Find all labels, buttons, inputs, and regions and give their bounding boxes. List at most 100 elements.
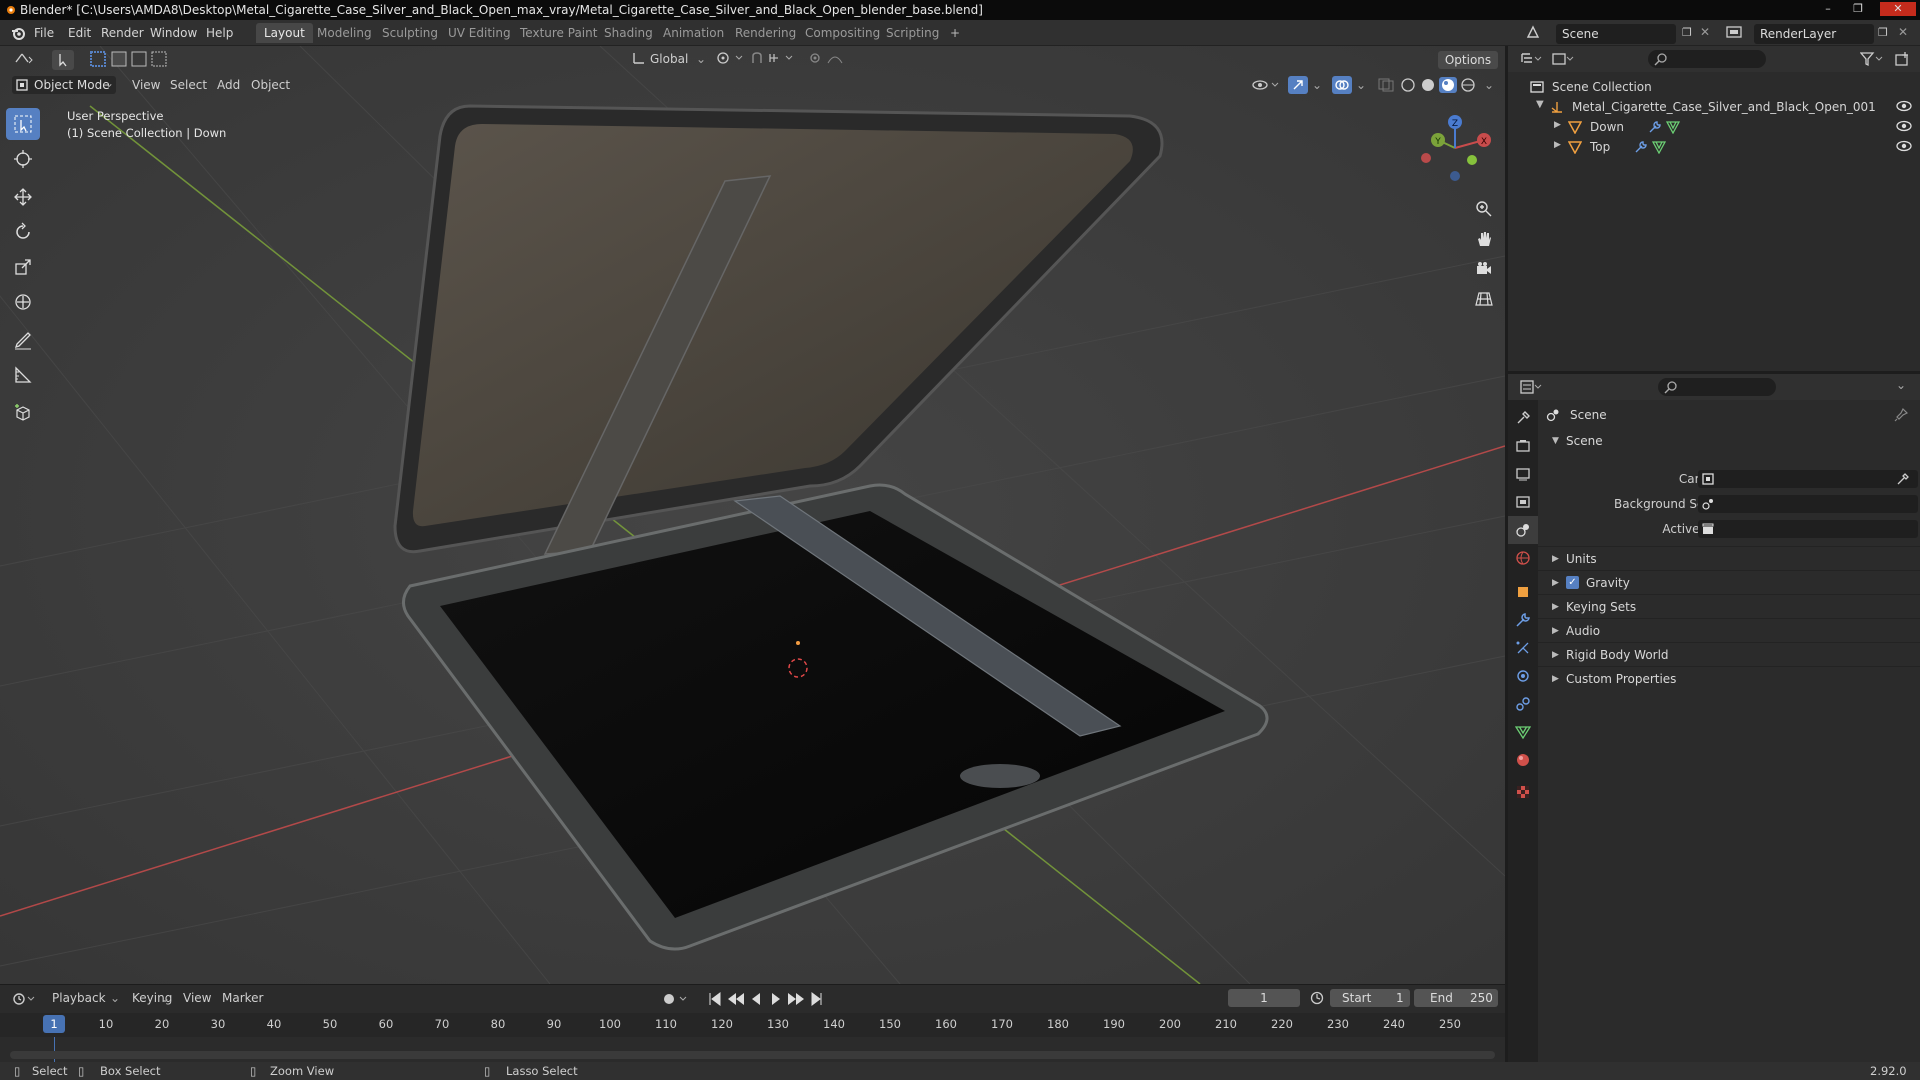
eyedropper-icon[interactable]: [1896, 472, 1910, 486]
pivot-point-icon[interactable]: [716, 51, 746, 65]
scene-section-header[interactable]: Scene: [1566, 434, 1603, 448]
current-frame-field[interactable]: 1: [1228, 989, 1300, 1007]
eye-visibility-icon[interactable]: [1896, 120, 1912, 132]
timeline-editor-type-icon[interactable]: [12, 992, 36, 1006]
transform-orientation-dropdown[interactable]: Global: [650, 52, 688, 66]
panel-gravity[interactable]: ▶ ✓ Gravity: [1538, 570, 1920, 594]
pan-view-hand-icon[interactable]: [1470, 224, 1498, 254]
collapse-triangle-icon[interactable]: ▼: [1536, 99, 1544, 110]
chevron-down-icon[interactable]: ⌄: [110, 991, 120, 1005]
panel-keying-sets[interactable]: ▶ Keying Sets: [1538, 594, 1920, 618]
timeline-scrollbar[interactable]: [10, 1051, 1495, 1059]
display-mode-icon[interactable]: [1552, 52, 1574, 66]
tab-material-icon[interactable]: [1508, 746, 1538, 774]
tab-sculpting[interactable]: Sculpting: [374, 23, 446, 43]
select-box-tool[interactable]: [6, 108, 40, 140]
end-frame-field[interactable]: End 250: [1414, 989, 1498, 1007]
background-scene-field[interactable]: [1698, 495, 1918, 513]
tab-layout[interactable]: Layout: [256, 23, 313, 43]
tab-shading[interactable]: Shading: [596, 23, 661, 43]
tab-texture-paint[interactable]: Texture Paint: [512, 23, 605, 43]
properties-editor-type-icon[interactable]: [1520, 380, 1542, 394]
outliner-row-scene-collection[interactable]: Scene Collection: [1508, 77, 1920, 97]
new-collection-icon[interactable]: [1894, 51, 1910, 67]
close-window-button[interactable]: ✕: [1880, 2, 1916, 16]
tab-scene-icon[interactable]: [1508, 516, 1538, 544]
playback-controls[interactable]: [708, 992, 824, 1006]
expand-triangle-icon[interactable]: ▶: [1554, 120, 1561, 130]
visibility-selectability-icon[interactable]: [1252, 78, 1282, 92]
gravity-checkbox[interactable]: ✓: [1566, 576, 1579, 589]
cursor-tool[interactable]: [6, 143, 40, 175]
collapse-triangle-icon[interactable]: ▼: [1552, 436, 1559, 446]
menu-object[interactable]: Object: [251, 78, 290, 92]
blender-menu-icon[interactable]: [10, 25, 26, 41]
pin-icon[interactable]: [1894, 408, 1908, 422]
new-view-layer-button[interactable]: ❐: [1878, 26, 1888, 39]
menu-render[interactable]: Render: [101, 26, 144, 40]
perspective-toggle-grid-icon[interactable]: [1470, 284, 1498, 314]
preview-range-clock-icon[interactable]: [1310, 991, 1324, 1005]
new-scene-button[interactable]: ❐: [1682, 26, 1692, 39]
add-cube-tool[interactable]: [6, 397, 40, 429]
menu-edit[interactable]: Edit: [68, 26, 91, 40]
menu-playback[interactable]: Playback: [52, 991, 106, 1005]
tab-modeling[interactable]: Modeling: [309, 23, 380, 43]
menu-window[interactable]: Window: [150, 26, 197, 40]
tab-texture-icon[interactable]: [1508, 778, 1538, 806]
tab-output-icon[interactable]: [1508, 460, 1538, 488]
tab-modifiers-wrench-icon[interactable]: [1508, 606, 1538, 634]
eye-visibility-icon[interactable]: [1896, 100, 1912, 112]
tab-view-layer-icon[interactable]: [1508, 488, 1538, 516]
menu-select[interactable]: Select: [170, 78, 207, 92]
snap-icon[interactable]: [750, 51, 800, 65]
tab-physics-icon[interactable]: [1508, 662, 1538, 690]
scale-tool[interactable]: [6, 251, 40, 283]
tab-scripting[interactable]: Scripting: [878, 23, 947, 43]
scene-icon[interactable]: [1526, 25, 1540, 39]
rotate-tool[interactable]: [6, 216, 40, 248]
menu-view[interactable]: View: [183, 991, 211, 1005]
camera-field[interactable]: [1698, 470, 1918, 488]
show-gizmo-button[interactable]: [1288, 76, 1308, 94]
auto-keying-record-icon[interactable]: [662, 992, 692, 1006]
active-clip-field[interactable]: [1698, 520, 1918, 538]
menu-view[interactable]: View: [132, 78, 160, 92]
proportional-editing-icon[interactable]: [808, 51, 858, 65]
chevron-down-icon[interactable]: ⌄: [696, 52, 706, 66]
xray-toggle-icon[interactable]: [1378, 78, 1394, 92]
outliner-row-empty-object[interactable]: ▼ Metal_Cigarette_Case_Silver_and_Black_…: [1508, 97, 1920, 117]
restore-window-button[interactable]: ❐: [1846, 2, 1870, 16]
tab-render-icon[interactable]: [1508, 432, 1538, 460]
minimize-window-button[interactable]: –: [1816, 2, 1840, 16]
chevron-down-icon[interactable]: ⌄: [160, 991, 170, 1005]
options-dropdown[interactable]: Options: [1438, 51, 1498, 69]
view-layer-selector[interactable]: RenderLayer: [1754, 24, 1874, 44]
tab-object-icon[interactable]: [1508, 578, 1538, 606]
outliner-editor-type-icon[interactable]: [1520, 52, 1542, 66]
expand-triangle-icon[interactable]: ▶: [1554, 140, 1561, 150]
navigation-gizmo[interactable]: X Y Z: [1410, 108, 1500, 188]
camera-view-icon[interactable]: [1470, 254, 1498, 284]
show-overlays-button[interactable]: [1332, 76, 1352, 94]
zoom-view-icon[interactable]: [1470, 194, 1498, 224]
gizmo-options-chevron-icon[interactable]: ⌄: [1312, 78, 1322, 92]
select-tool-button[interactable]: [52, 50, 74, 70]
outliner-row-top[interactable]: ▶ Top: [1508, 137, 1920, 157]
delete-scene-button[interactable]: ✕: [1700, 25, 1710, 39]
tab-particles-icon[interactable]: [1508, 634, 1538, 662]
3d-viewport[interactable]: Global ⌄ Options Object Mode ⌄ View Sele…: [0, 46, 1505, 984]
scene-selector[interactable]: Scene: [1556, 24, 1676, 44]
add-workspace-button[interactable]: +: [942, 23, 968, 43]
menu-add[interactable]: Add: [217, 78, 240, 92]
move-tool[interactable]: [6, 181, 40, 213]
shading-mode-buttons[interactable]: [1400, 77, 1480, 93]
panel-rigid-body-world[interactable]: ▶ Rigid Body World: [1538, 642, 1920, 666]
outliner-row-down[interactable]: ▶ Down: [1508, 117, 1920, 137]
panel-custom-properties[interactable]: ▶ Custom Properties: [1538, 666, 1920, 690]
view-layer-icon[interactable]: [1726, 25, 1742, 39]
tab-compositing[interactable]: Compositing: [797, 23, 888, 43]
tab-mesh-data-icon[interactable]: [1508, 718, 1538, 746]
tab-world-icon[interactable]: [1508, 544, 1538, 572]
menu-file[interactable]: File: [34, 26, 54, 40]
